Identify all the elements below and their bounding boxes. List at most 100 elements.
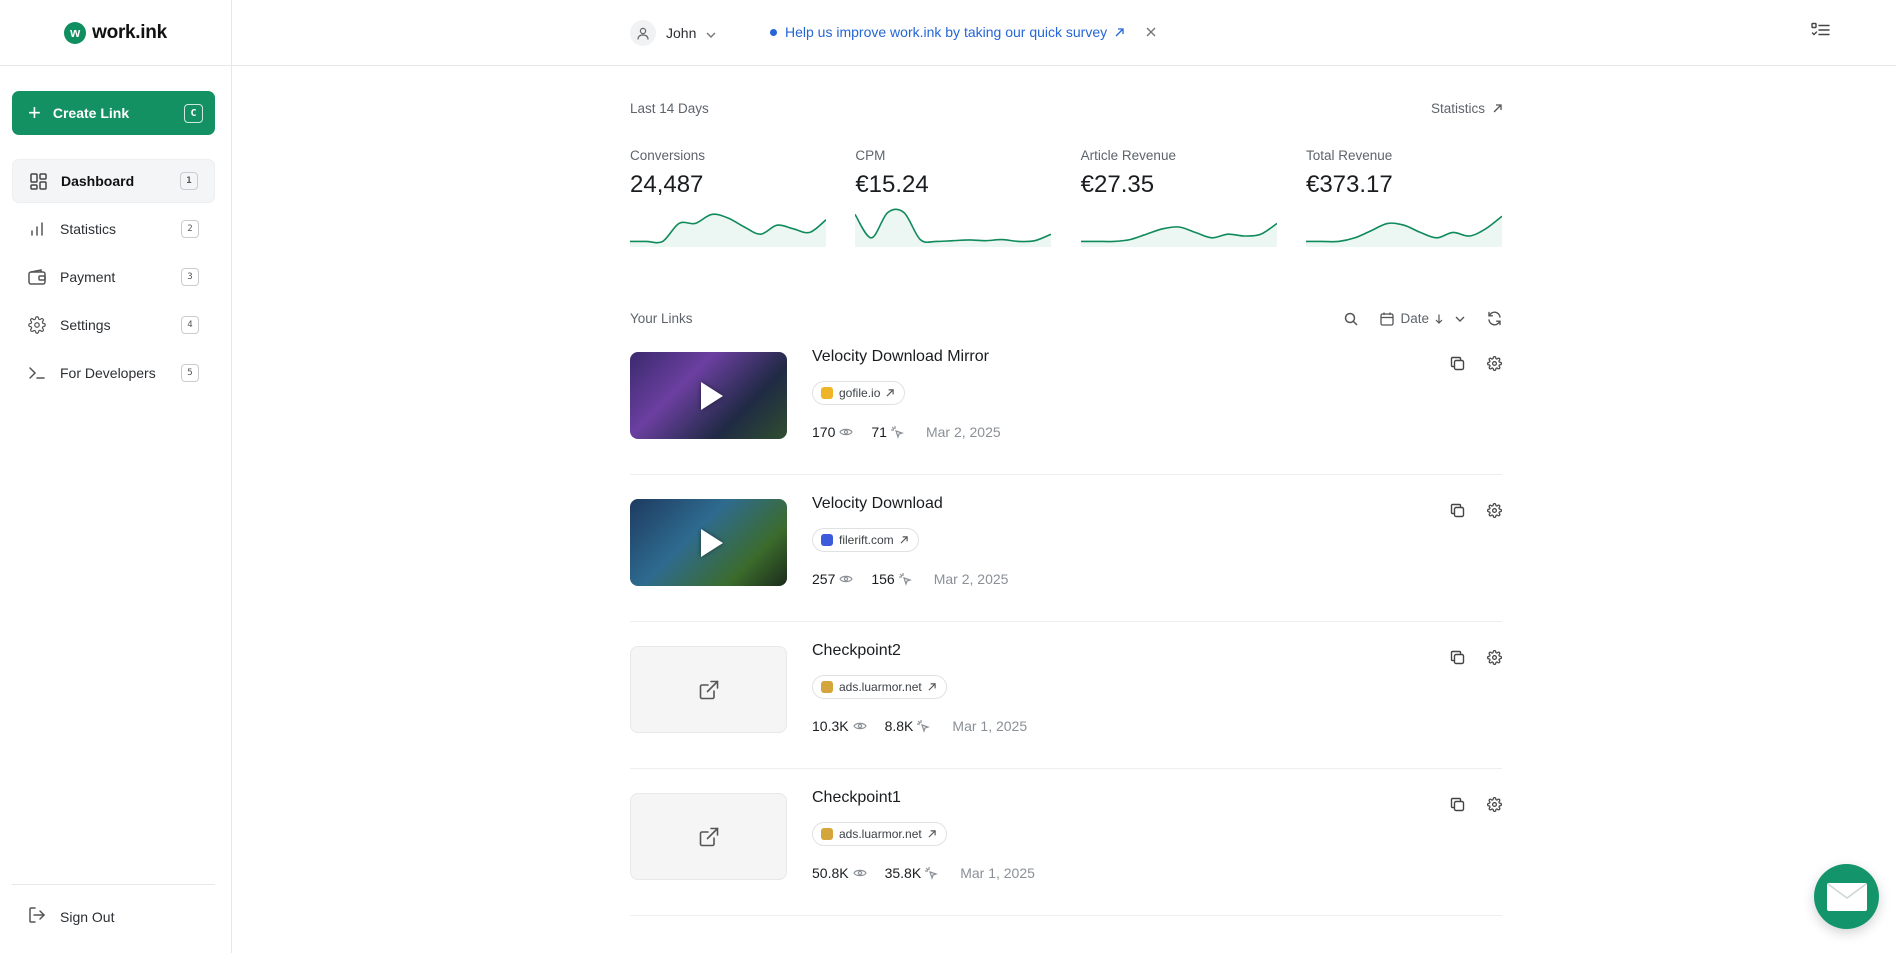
link-stats: 10.3K 8.8K Mar 1, 2025 [812,718,1027,734]
sparkline-article-revenue [1080,222,1277,247]
logout-icon [28,906,46,927]
metric-label: Conversions [630,148,706,163]
metric-label: CPM [855,148,886,163]
checklist-icon[interactable] [1811,22,1830,43]
link-views: 50.8K [812,865,867,881]
conversions-count: 156 [871,571,895,587]
link-title[interactable]: Checkpoint2 [812,642,901,660]
link-title[interactable]: Velocity Download [812,495,943,513]
sidebar-item-payment[interactable]: Payment 3 [12,255,215,299]
link-title[interactable]: Velocity Download Mirror [812,348,989,366]
metric-article-revenue: Article Revenue €27.35 [1080,148,1306,247]
bar-chart-icon [28,220,46,238]
eye-icon [852,869,867,877]
link-domain: gofile.io [839,386,881,400]
link-stats: 257 156 Mar 2, 2025 [812,571,1008,587]
close-icon[interactable] [1146,24,1156,40]
refresh-icon[interactable] [1487,311,1502,326]
external-link-icon [900,536,908,544]
sidebar: w work.ink + Create Link C Dashboard 1 S… [0,0,232,953]
link-views: 10.3K [812,718,867,734]
sidebar-nav: Dashboard 1 Statistics 2 Payment 3 Setti… [12,159,215,399]
survey-link[interactable]: Help us improve work.ink by taking our q… [785,24,1107,40]
play-icon [700,528,723,557]
sidebar-item-shortcut: 1 [180,172,198,190]
statistics-link[interactable]: Statistics [1431,101,1502,116]
dashboard-icon [29,172,47,190]
link-date: Mar 2, 2025 [925,424,1001,440]
metric-label: Total Revenue [1305,148,1393,163]
cursor-click-icon [925,866,939,880]
link-date: Mar 1, 2025 [952,718,1028,734]
sign-out-button[interactable]: Sign Out [28,906,114,927]
sidebar-item-developers[interactable]: For Developers 5 [12,351,215,395]
external-link-icon [928,683,936,691]
sign-out-label: Sign Out [60,908,115,925]
terminal-icon [28,364,46,382]
gear-icon[interactable] [1487,797,1502,812]
copy-icon[interactable] [1450,356,1465,371]
views-count: 50.8K [812,865,849,881]
sidebar-item-settings[interactable]: Settings 4 [12,303,215,347]
link-domain-chip[interactable]: ads.luarmor.net [812,822,947,846]
link-domain-chip[interactable]: gofile.io [812,381,906,405]
link-thumbnail[interactable] [630,352,787,439]
link-thumbnail[interactable] [630,793,787,880]
chevron-down-icon [706,25,716,41]
sidebar-item-dashboard[interactable]: Dashboard 1 [12,159,215,203]
copy-icon[interactable] [1450,503,1465,518]
gear-icon[interactable] [1487,503,1502,518]
sidebar-item-shortcut: 5 [181,364,199,382]
favicon-icon [821,828,833,840]
favicon-icon [821,387,833,399]
chat-button[interactable] [1814,864,1879,929]
external-link-icon [699,827,718,846]
external-link-icon [886,389,895,397]
row-actions [1450,650,1502,665]
link-conversions: 8.8K [885,718,931,734]
link-views: 170 [812,424,854,440]
brand-logo: w [64,21,87,44]
metric-value: €27.35 [1080,171,1155,198]
link-row[interactable]: Checkpoint1 ads.luarmor.net 50.8K 35.8K … [630,769,1502,916]
link-stats: 50.8K 35.8K Mar 1, 2025 [812,865,1035,881]
gear-icon[interactable] [1487,356,1502,371]
link-date: Mar 1, 2025 [960,865,1035,881]
user-icon [630,20,656,46]
favicon-icon [821,681,833,693]
copy-icon[interactable] [1450,650,1465,665]
link-row[interactable]: Velocity Download Mirror gofile.io 170 7… [630,328,1502,475]
date-sort-dropdown[interactable]: Date [1380,311,1465,326]
sidebar-item-statistics[interactable]: Statistics 2 [12,207,215,251]
external-link-icon [1115,24,1124,40]
views-count: 170 [812,424,836,440]
link-row[interactable]: Checkpoint2 ads.luarmor.net 10.3K 8.8K M… [630,622,1502,769]
arrow-down-icon [1435,314,1443,324]
create-link-button[interactable]: + Create Link C [12,91,215,135]
links-header: Your Links Date [630,311,1502,326]
link-row[interactable]: Velocity Download filerift.com 257 156 M… [630,475,1502,622]
brand[interactable]: w work.ink [0,0,231,66]
link-domain-chip[interactable]: filerift.com [812,528,919,552]
link-title[interactable]: Checkpoint1 [812,789,901,807]
metric-label: Article Revenue [1080,148,1176,163]
metric-value: €373.17 [1305,171,1393,198]
link-thumbnail[interactable] [630,646,787,733]
user-menu[interactable]: John [630,20,716,46]
link-thumbnail[interactable] [630,499,787,586]
sidebar-item-shortcut: 4 [181,316,199,334]
metric-total-revenue: Total Revenue €373.17 [1305,148,1502,247]
copy-icon[interactable] [1450,797,1465,812]
sidebar-item-shortcut: 2 [181,220,199,238]
sidebar-item-label: Payment [60,269,116,285]
views-count: 10.3K [812,718,849,734]
link-domain-chip[interactable]: ads.luarmor.net [812,675,947,699]
brand-name: work.ink [92,21,167,43]
gear-icon[interactable] [1487,650,1502,665]
top-bar: John Help us improve work.ink by taking … [232,0,1896,66]
search-icon[interactable] [1344,312,1358,326]
link-date: Mar 2, 2025 [933,571,1009,587]
survey-banner: Help us improve work.ink by taking our q… [770,24,1156,40]
sidebar-item-shortcut: 3 [181,268,199,286]
row-actions [1450,797,1502,812]
